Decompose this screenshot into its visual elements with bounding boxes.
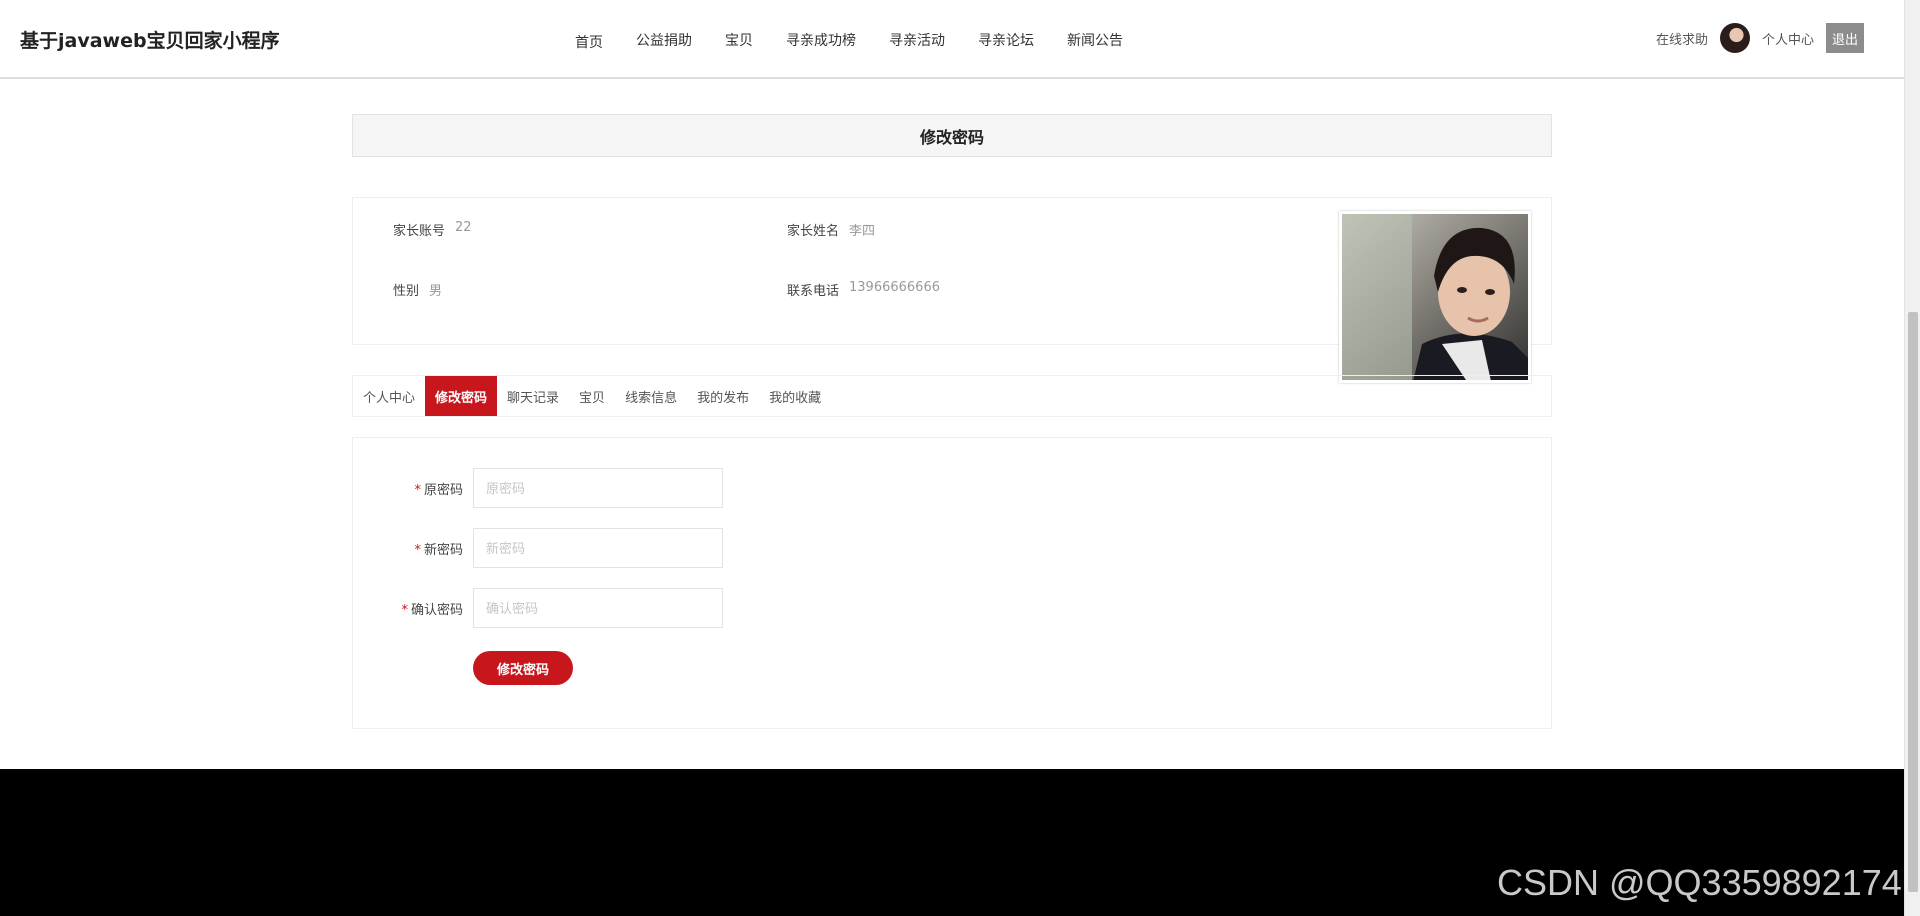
profile-photo-image	[1342, 214, 1528, 380]
scrollbar-thumb[interactable]	[1908, 312, 1918, 892]
tab-my-favorites[interactable]: 我的收藏	[759, 376, 831, 416]
tab-personal-center[interactable]: 个人中心	[353, 376, 425, 416]
new-password-input[interactable]	[473, 528, 723, 568]
name-label: 家长姓名	[787, 224, 840, 239]
tab-chat-history[interactable]: 聊天记录	[497, 376, 569, 416]
nav-news[interactable]: 新闻公告	[1067, 30, 1123, 52]
nav-baby[interactable]: 宝贝	[725, 30, 753, 52]
gender-label: 性别	[393, 284, 420, 299]
confirm-password-label: * 确认密码	[353, 599, 473, 618]
nav-home[interactable]: 首页	[575, 32, 603, 52]
nav-forum[interactable]: 寻亲论坛	[978, 30, 1034, 52]
nav-donation[interactable]: 公益捐助	[636, 30, 692, 52]
new-password-label: * 新密码	[353, 539, 473, 558]
required-mark: *	[401, 602, 408, 618]
tab-my-posts[interactable]: 我的发布	[687, 376, 759, 416]
name-field: 家长姓名 李四	[787, 220, 875, 239]
phone-label: 联系电话	[787, 284, 840, 299]
new-password-label-text: 新密码	[423, 542, 463, 558]
profile-tabs: 个人中心 修改密码 聊天记录 宝贝 线索信息 我的发布 我的收藏	[352, 375, 1552, 417]
nav-success-list[interactable]: 寻亲成功榜	[786, 30, 856, 52]
main-nav: 首页 公益捐助 宝贝 寻亲成功榜 寻亲活动 寻亲论坛 新闻公告	[575, 30, 1156, 52]
old-password-label-text: 原密码	[423, 482, 463, 498]
logout-button[interactable]: 退出	[1826, 23, 1864, 53]
confirm-password-label-text: 确认密码	[410, 602, 463, 618]
account-value: 22	[455, 220, 472, 235]
name-value: 李四	[849, 224, 876, 239]
required-mark: *	[414, 542, 421, 558]
online-help-link[interactable]: 在线求助	[1656, 29, 1708, 48]
avatar[interactable]	[1719, 23, 1750, 53]
profile-link[interactable]: 个人中心	[1762, 29, 1814, 48]
password-form: * 原密码 * 新密码 * 确认密码 修改密码	[352, 437, 1552, 729]
phone-value: 13966666666	[849, 280, 940, 295]
account-label: 家长账号	[393, 224, 446, 239]
gender-field: 性别 男	[393, 280, 442, 299]
account-field: 家长账号 22	[393, 220, 472, 239]
watermark: CSDN @QQ3359892174	[1497, 862, 1902, 903]
required-mark: *	[414, 482, 421, 498]
gender-value: 男	[429, 284, 443, 299]
phone-field: 联系电话 13966666666	[787, 280, 940, 299]
header-user-area: 在线求助 个人中心 退出	[1656, 23, 1864, 53]
user-info-panel: 家长账号 22 家长姓名 李四 性别 男 联系电话 13966666666	[352, 197, 1552, 383]
old-password-row: * 原密码	[353, 468, 723, 508]
confirm-password-row: * 确认密码	[353, 588, 723, 628]
site-brand[interactable]: 基于javaweb宝贝回家小程序	[20, 26, 280, 53]
tab-clues[interactable]: 线索信息	[615, 376, 687, 416]
tab-change-password[interactable]: 修改密码	[425, 376, 498, 416]
page-title: 修改密码	[352, 114, 1552, 157]
profile-photo	[1339, 211, 1531, 383]
change-password-button[interactable]: 修改密码	[473, 651, 573, 685]
nav-activities[interactable]: 寻亲活动	[889, 30, 945, 52]
old-password-label: * 原密码	[353, 479, 473, 498]
top-header: 基于javaweb宝贝回家小程序 首页 公益捐助 宝贝 寻亲成功榜 寻亲活动 寻…	[0, 0, 1904, 79]
new-password-row: * 新密码	[353, 528, 723, 568]
confirm-password-input[interactable]	[473, 588, 723, 628]
tab-baby[interactable]: 宝贝	[569, 376, 615, 416]
page-scrollbar[interactable]	[1904, 0, 1920, 916]
old-password-input[interactable]	[473, 468, 723, 508]
